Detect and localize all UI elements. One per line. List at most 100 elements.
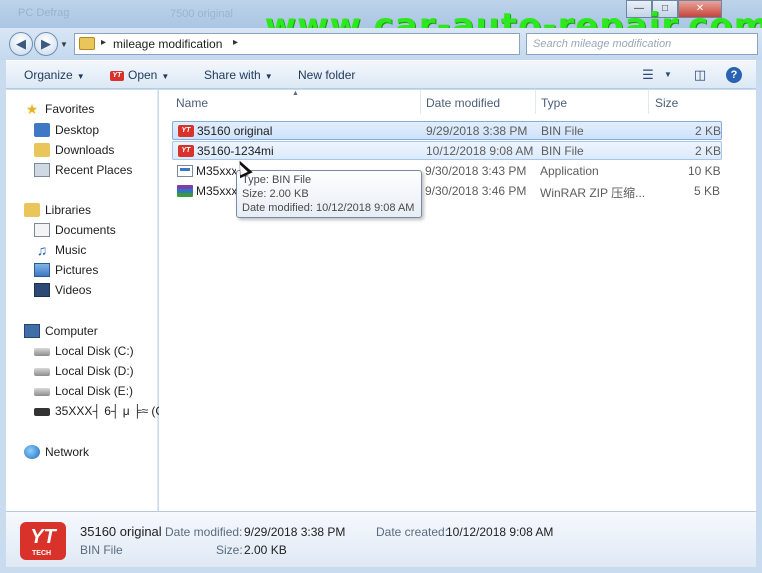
nav-label: Music (55, 243, 87, 257)
chevron-down-icon: ▼ (264, 72, 273, 81)
forward-arrow-icon: ▶ (41, 36, 51, 51)
chevron-down-icon: ▼ (161, 72, 170, 81)
back-button[interactable]: ◀ (9, 32, 33, 56)
desktop-icon (34, 123, 50, 137)
nav-label: Network (45, 445, 90, 459)
winrar-icon (177, 185, 193, 197)
nav-label: Local Disk (E:) (55, 384, 134, 398)
organize-button[interactable]: Organize ▼ (24, 68, 85, 82)
file-type: BIN File (541, 124, 584, 138)
tooltip-size: Size: 2.00 KB (242, 188, 309, 200)
computer-icon (24, 324, 40, 338)
chevron-down-icon: ▼ (76, 72, 85, 81)
folder-icon (79, 37, 95, 50)
file-type: Application (540, 164, 599, 178)
hard-drive-icon (34, 388, 50, 396)
column-header-name[interactable]: Name (176, 96, 208, 110)
view-options-icon[interactable]: ☰ (640, 67, 656, 83)
nav-label: Pictures (55, 263, 99, 277)
downloads-folder-icon (34, 143, 50, 157)
forward-button[interactable]: ▶ (34, 32, 58, 56)
file-list: ▲ Name Date modified Type Size YT 35160 … (159, 90, 756, 511)
nav-label: Videos (55, 283, 92, 297)
search-placeholder: Search mileage modification (533, 38, 672, 50)
yanhua-logo-icon: YT (178, 125, 194, 137)
nav-label: Libraries (45, 203, 92, 217)
preview-pane-icon[interactable]: ◫ (692, 67, 708, 83)
nav-label: Local Disk (C:) (55, 344, 134, 358)
hard-drive-icon (34, 348, 50, 356)
file-type: WinRAR ZIP 压缩... (540, 186, 646, 200)
organize-label: Organize (24, 68, 73, 82)
command-bar: Organize ▼ YT Open ▼ Share with ▼ New folder… (6, 60, 756, 89)
libraries-icon (24, 203, 40, 217)
application-icon (177, 165, 193, 177)
title-bar: PC Defrag 7500 original — □ ✕ www.car-au… (0, 0, 762, 46)
yanhua-logo-icon: YT (178, 145, 194, 157)
file-row-35160-1234mi[interactable]: YT 35160-1234mi 10/12/2018 9:08 AM BIN F… (172, 141, 722, 160)
usb-drive-icon (34, 408, 50, 416)
tooltip-date: Date modified: 10/12/2018 9:08 AM (242, 202, 415, 214)
column-divider[interactable] (648, 90, 649, 114)
nav-label: Desktop (55, 123, 100, 137)
file-date: 10/12/2018 9:08 AM (426, 144, 534, 158)
column-header-size[interactable]: Size (655, 96, 678, 110)
share-with-label: Share with (204, 68, 261, 82)
file-date: 9/30/2018 3:46 PM (425, 184, 527, 198)
address-bar[interactable]: ▸ mileage modification ▸ (74, 33, 520, 55)
yanhua-logo-icon: YT (110, 70, 124, 81)
file-name: 35160 original (197, 124, 273, 138)
file-size: 10 KB (688, 164, 721, 178)
file-name: M35xxx-mileage modification tool (196, 164, 236, 178)
nav-label: Local Disk (D:) (55, 364, 134, 378)
file-info-tooltip: Type: BIN File Size: 2.00 KB Date modifi… (236, 170, 422, 218)
details-size-value: 2.00 KB (244, 543, 287, 557)
ghost-title-right: 7500 original (170, 8, 233, 20)
details-modified-value: 9/29/2018 3:38 PM (244, 525, 346, 539)
open-button[interactable]: YT Open ▼ (110, 68, 169, 82)
tooltip-type: Type: BIN File (242, 174, 312, 186)
file-date: 9/30/2018 3:43 PM (425, 164, 527, 178)
navigation-pane: ★ Favorites Desktop Downloads Recent Plac… (6, 90, 165, 511)
details-pane: YT TECH 35160 original BIN File Date mod… (6, 511, 756, 567)
pictures-icon (34, 263, 50, 277)
file-row-35160-original[interactable]: YT 35160 original 9/29/2018 3:38 PM BIN … (172, 121, 722, 140)
column-header-date-modified[interactable]: Date modified (426, 96, 500, 110)
file-size: 2 KB (695, 124, 722, 138)
file-date: 9/29/2018 3:38 PM (426, 124, 528, 138)
breadcrumb-mileage-modification[interactable]: mileage modification (113, 37, 222, 51)
details-file-name: 35160 original (80, 524, 162, 539)
column-header-type[interactable]: Type (541, 96, 567, 110)
details-created-value: 10/12/2018 9:08 AM (446, 525, 554, 539)
nav-label: Favorites (45, 102, 95, 116)
recent-places-icon (34, 163, 50, 177)
nav-label: Downloads (55, 143, 115, 157)
new-folder-button[interactable]: New folder (298, 68, 355, 82)
ghost-title-left: PC Defrag (18, 7, 70, 19)
star-icon: ★ (25, 101, 39, 117)
back-arrow-icon: ◀ (16, 36, 26, 51)
file-size: 2 KB (695, 144, 722, 158)
nav-label: Computer (45, 324, 98, 338)
logo-subtext: TECH (32, 550, 52, 557)
network-globe-icon (24, 445, 40, 459)
breadcrumb-chevron-icon[interactable]: ▸ (233, 37, 238, 48)
column-divider[interactable] (420, 90, 421, 114)
share-with-button[interactable]: Share with ▼ (204, 68, 273, 82)
details-created-label: Date created: (376, 525, 449, 539)
breadcrumb-chevron-icon[interactable]: ▸ (101, 37, 106, 48)
chevron-down-icon[interactable]: ▼ (660, 67, 676, 83)
file-name: M35xxx (196, 184, 238, 198)
help-icon[interactable]: ? (726, 67, 742, 83)
recent-pages-dropdown-icon[interactable]: ▼ (60, 40, 68, 49)
file-name: 35160-1234mi (197, 144, 274, 158)
nav-label: 35XXX┤ 6┤ μ ╞≈ (G (55, 404, 165, 418)
videos-icon (34, 283, 50, 297)
search-input[interactable]: Search mileage modification (526, 33, 758, 55)
documents-icon (34, 223, 50, 237)
open-label: Open (128, 68, 158, 82)
column-divider[interactable] (535, 90, 536, 114)
file-type: BIN File (541, 144, 584, 158)
file-size: 5 KB (694, 184, 721, 198)
details-file-type: BIN File (80, 543, 123, 557)
